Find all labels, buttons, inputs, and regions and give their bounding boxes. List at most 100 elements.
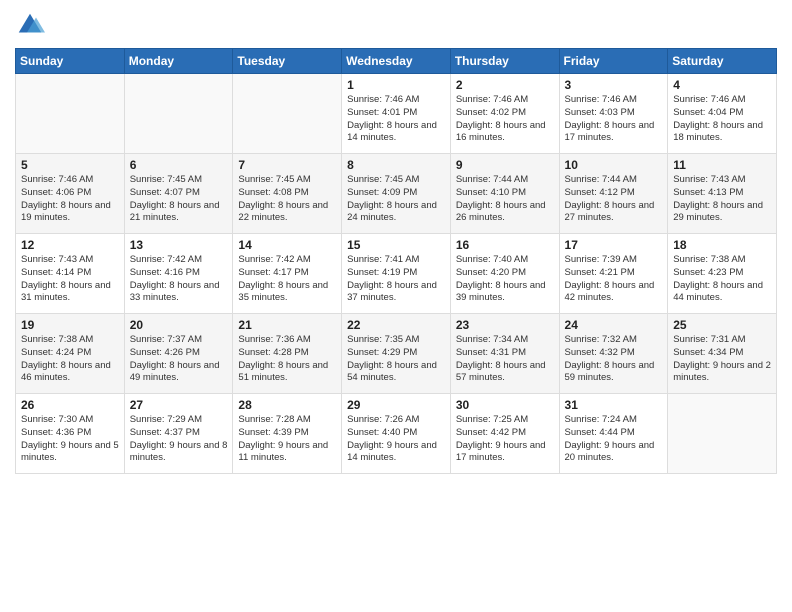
day-info: Sunrise: 7:43 AMSunset: 4:14 PMDaylight:… (21, 254, 119, 305)
calendar-cell (16, 74, 125, 154)
day-number: 21 (238, 318, 336, 332)
day-info: Sunrise: 7:39 AMSunset: 4:21 PMDaylight:… (565, 254, 663, 305)
day-number: 19 (21, 318, 119, 332)
day-number: 12 (21, 238, 119, 252)
calendar-cell: 3 Sunrise: 7:46 AMSunset: 4:03 PMDaylight… (559, 74, 668, 154)
day-number: 26 (21, 398, 119, 412)
day-number: 1 (347, 78, 445, 92)
day-number: 13 (130, 238, 228, 252)
calendar-cell: 29Sunrise: 7:26 AMSunset: 4:40 PMDayligh… (342, 394, 451, 474)
day-number: 10 (565, 158, 663, 172)
calendar-header-saturday: Saturday (668, 49, 777, 74)
day-info: Sunrise: 7:42 AMSunset: 4:16 PMDaylight:… (130, 254, 228, 305)
day-info: Sunrise: 7:38 AMSunset: 4:24 PMDaylight:… (21, 334, 119, 385)
page-header (15, 10, 777, 40)
day-info: Sunrise: 7:28 AMSunset: 4:39 PMDaylight:… (238, 414, 336, 465)
calendar-cell: 14 Sunrise: 7:42 AMSunset: 4:17 PMDayligh… (233, 234, 342, 314)
logo (15, 10, 47, 40)
day-number: 6 (130, 158, 228, 172)
calendar-week-row: 1 Sunrise: 7:46 AMSunset: 4:01 PMDaylight… (16, 74, 777, 154)
day-number: 7 (238, 158, 336, 172)
calendar-table: SundayMondayTuesdayWednesdayThursdayFrid… (15, 48, 777, 474)
day-info: Sunrise: 7:46 AMSunset: 4:04 PMDaylight:… (673, 94, 771, 145)
calendar-cell: 1 Sunrise: 7:46 AMSunset: 4:01 PMDaylight… (342, 74, 451, 154)
day-number: 11 (673, 158, 771, 172)
day-number: 2 (456, 78, 554, 92)
day-number: 24 (565, 318, 663, 332)
day-info: Sunrise: 7:31 AMSunset: 4:34 PMDaylight:… (673, 334, 771, 385)
logo-icon (15, 10, 45, 40)
day-number: 8 (347, 158, 445, 172)
day-info: Sunrise: 7:45 AMSunset: 4:09 PMDaylight:… (347, 174, 445, 225)
calendar-cell (668, 394, 777, 474)
calendar-week-row: 26 Sunrise: 7:30 AMSunset: 4:36 PMDayligh… (16, 394, 777, 474)
calendar-cell: 10 Sunrise: 7:44 AMSunset: 4:12 PMDayligh… (559, 154, 668, 234)
calendar-cell: 11 Sunrise: 7:43 AMSunset: 4:13 PMDayligh… (668, 154, 777, 234)
day-info: Sunrise: 7:36 AMSunset: 4:28 PMDaylight:… (238, 334, 336, 385)
day-info: Sunrise: 7:25 AMSunset: 4:42 PMDaylight:… (456, 414, 554, 465)
day-info: Sunrise: 7:46 AMSunset: 4:01 PMDaylight:… (347, 94, 445, 145)
day-number: 20 (130, 318, 228, 332)
day-number: 18 (673, 238, 771, 252)
day-number: 3 (565, 78, 663, 92)
calendar-header-thursday: Thursday (450, 49, 559, 74)
day-info: Sunrise: 7:35 AMSunset: 4:29 PMDaylight:… (347, 334, 445, 385)
day-number: 28 (238, 398, 336, 412)
calendar-cell: 26 Sunrise: 7:30 AMSunset: 4:36 PMDayligh… (16, 394, 125, 474)
day-info: Sunrise: 7:44 AMSunset: 4:10 PMDaylight:… (456, 174, 554, 225)
calendar-header-row: SundayMondayTuesdayWednesdayThursdayFrid… (16, 49, 777, 74)
day-info: Sunrise: 7:42 AMSunset: 4:17 PMDaylight:… (238, 254, 336, 305)
calendar-cell: 4 Sunrise: 7:46 AMSunset: 4:04 PMDaylight… (668, 74, 777, 154)
day-info: Sunrise: 7:40 AMSunset: 4:20 PMDaylight:… (456, 254, 554, 305)
day-info: Sunrise: 7:34 AMSunset: 4:31 PMDaylight:… (456, 334, 554, 385)
day-info: Sunrise: 7:46 AMSunset: 4:03 PMDaylight:… (565, 94, 663, 145)
calendar-cell: 20 Sunrise: 7:37 AMSunset: 4:26 PMDayligh… (124, 314, 233, 394)
day-info: Sunrise: 7:24 AMSunset: 4:44 PMDaylight:… (565, 414, 663, 465)
day-info: Sunrise: 7:37 AMSunset: 4:26 PMDaylight:… (130, 334, 228, 385)
calendar-cell: 6 Sunrise: 7:45 AMSunset: 4:07 PMDaylight… (124, 154, 233, 234)
calendar-header-tuesday: Tuesday (233, 49, 342, 74)
calendar-cell: 22 Sunrise: 7:35 AMSunset: 4:29 PMDayligh… (342, 314, 451, 394)
day-number: 4 (673, 78, 771, 92)
calendar-cell: 19 Sunrise: 7:38 AMSunset: 4:24 PMDayligh… (16, 314, 125, 394)
calendar-header-monday: Monday (124, 49, 233, 74)
calendar-cell: 12 Sunrise: 7:43 AMSunset: 4:14 PMDayligh… (16, 234, 125, 314)
calendar-cell (124, 74, 233, 154)
day-number: 9 (456, 158, 554, 172)
day-info: Sunrise: 7:41 AMSunset: 4:19 PMDaylight:… (347, 254, 445, 305)
day-info: Sunrise: 7:38 AMSunset: 4:23 PMDaylight:… (673, 254, 771, 305)
calendar-week-row: 5Sunrise: 7:46 AMSunset: 4:06 PMDaylight… (16, 154, 777, 234)
day-info: Sunrise: 7:43 AMSunset: 4:13 PMDaylight:… (673, 174, 771, 225)
day-number: 22 (347, 318, 445, 332)
calendar-header-wednesday: Wednesday (342, 49, 451, 74)
calendar-cell (233, 74, 342, 154)
day-info: Sunrise: 7:44 AMSunset: 4:12 PMDaylight:… (565, 174, 663, 225)
calendar-cell: 24 Sunrise: 7:32 AMSunset: 4:32 PMDayligh… (559, 314, 668, 394)
day-info: Sunrise: 7:32 AMSunset: 4:32 PMDaylight:… (565, 334, 663, 385)
calendar-cell: 7Sunrise: 7:45 AMSunset: 4:08 PMDaylight… (233, 154, 342, 234)
calendar-week-row: 19 Sunrise: 7:38 AMSunset: 4:24 PMDayligh… (16, 314, 777, 394)
calendar-cell: 18 Sunrise: 7:38 AMSunset: 4:23 PMDayligh… (668, 234, 777, 314)
day-info: Sunrise: 7:30 AMSunset: 4:36 PMDaylight:… (21, 414, 119, 465)
calendar-cell: 5Sunrise: 7:46 AMSunset: 4:06 PMDaylight… (16, 154, 125, 234)
calendar-cell: 2 Sunrise: 7:46 AMSunset: 4:02 PMDaylight… (450, 74, 559, 154)
calendar-cell: 15 Sunrise: 7:41 AMSunset: 4:19 PMDayligh… (342, 234, 451, 314)
day-info: Sunrise: 7:26 AMSunset: 4:40 PMDaylight:… (347, 414, 445, 465)
calendar-cell: 23 Sunrise: 7:34 AMSunset: 4:31 PMDayligh… (450, 314, 559, 394)
day-number: 25 (673, 318, 771, 332)
calendar-cell: 21 Sunrise: 7:36 AMSunset: 4:28 PMDayligh… (233, 314, 342, 394)
day-info: Sunrise: 7:46 AMSunset: 4:02 PMDaylight:… (456, 94, 554, 145)
day-number: 17 (565, 238, 663, 252)
page-container: SundayMondayTuesdayWednesdayThursdayFrid… (0, 0, 792, 484)
day-number: 15 (347, 238, 445, 252)
day-number: 14 (238, 238, 336, 252)
calendar-cell: 31 Sunrise: 7:24 AMSunset: 4:44 PMDayligh… (559, 394, 668, 474)
calendar-week-row: 12 Sunrise: 7:43 AMSunset: 4:14 PMDayligh… (16, 234, 777, 314)
day-number: 31 (565, 398, 663, 412)
day-number: 23 (456, 318, 554, 332)
calendar-cell: 17 Sunrise: 7:39 AMSunset: 4:21 PMDayligh… (559, 234, 668, 314)
day-number: 16 (456, 238, 554, 252)
day-info: Sunrise: 7:45 AMSunset: 4:07 PMDaylight:… (130, 174, 228, 225)
calendar-cell: 8 Sunrise: 7:45 AMSunset: 4:09 PMDaylight… (342, 154, 451, 234)
calendar-cell: 9 Sunrise: 7:44 AMSunset: 4:10 PMDaylight… (450, 154, 559, 234)
